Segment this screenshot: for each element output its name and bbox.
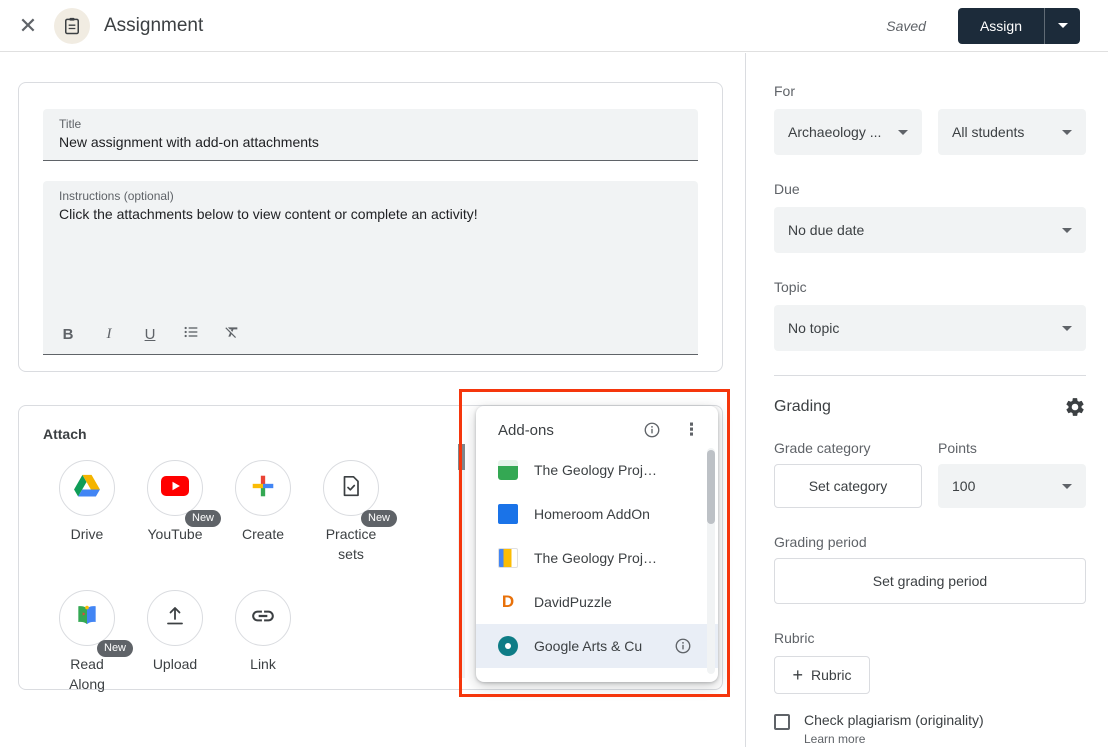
attach-link[interactable]: Link (219, 590, 307, 694)
chevron-down-icon (1062, 484, 1072, 489)
points-select[interactable]: 100 (938, 464, 1086, 508)
attach-read-along[interactable]: New Read Along (43, 590, 131, 694)
points-label: Points (938, 440, 1086, 456)
assign-split-button: Assign (958, 8, 1080, 44)
topic-select[interactable]: No topic (774, 305, 1086, 351)
grading-heading: Grading (774, 398, 831, 416)
instructions-label: Instructions (optional) (59, 189, 682, 203)
addons-title: Add-ons (498, 422, 643, 439)
bulleted-list-button[interactable] (182, 324, 200, 344)
instructions-field[interactable]: Instructions (optional) Click the attach… (43, 181, 698, 355)
new-badge: New (361, 510, 397, 527)
assignment-form-card: Title New assignment with add-on attachm… (18, 82, 723, 372)
clear-formatting-button[interactable] (223, 324, 241, 344)
grade-category-select[interactable]: Set category (774, 464, 922, 508)
geology-project-icon (498, 460, 518, 480)
practice-sets-icon (339, 473, 363, 504)
addon-item[interactable]: The Geology Proj… (476, 536, 718, 580)
chevron-down-icon (1062, 326, 1072, 331)
addons-header: Add-ons ⋮ (476, 406, 718, 448)
add-rubric-button[interactable]: + Rubric (774, 656, 870, 694)
youtube-icon (160, 475, 190, 502)
title-label: Title (59, 117, 682, 131)
close-icon[interactable]: ✕ (16, 13, 40, 39)
geology-notebook-icon (498, 548, 518, 568)
title-value[interactable]: New assignment with add-on attachments (59, 134, 682, 150)
scrollbar-thumb[interactable] (458, 444, 465, 470)
rubric-label: Rubric (774, 630, 1086, 646)
attach-upload[interactable]: Upload (131, 590, 219, 694)
set-grading-period-button[interactable]: Set grading period (774, 558, 1086, 604)
new-badge: New (97, 640, 133, 657)
davidpuzzle-icon: D (498, 592, 518, 612)
drive-icon (73, 473, 101, 504)
topic-label: Topic (774, 279, 1086, 295)
format-toolbar: B I U (59, 324, 241, 344)
homeroom-addon-icon (498, 504, 518, 524)
italic-button[interactable]: I (100, 326, 118, 343)
page-title: Assignment (104, 15, 203, 37)
chevron-down-icon (1062, 130, 1072, 135)
bold-button[interactable]: B (59, 326, 77, 343)
attach-create[interactable]: Create (219, 460, 307, 564)
attach-panel-scrollbar[interactable] (458, 444, 465, 678)
class-select[interactable]: Archaeology ... (774, 109, 922, 155)
assignment-icon (54, 8, 90, 44)
for-label: For (774, 83, 1086, 99)
attach-practice-sets[interactable]: New Practice sets (307, 460, 395, 564)
info-icon[interactable] (643, 421, 661, 439)
grading-period-label: Grading period (774, 534, 1086, 550)
underline-button[interactable]: U (141, 326, 159, 343)
saved-status: Saved (886, 18, 926, 34)
learn-more-link[interactable]: Learn more (804, 732, 984, 746)
addon-item[interactable]: The Geology Proj… (476, 448, 718, 492)
chevron-down-icon (1058, 23, 1068, 28)
attach-youtube[interactable]: New YouTube (131, 460, 219, 564)
title-field[interactable]: Title New assignment with add-on attachm… (43, 109, 698, 161)
due-label: Due (774, 181, 1086, 197)
addon-item[interactable]: Homeroom AddOn (476, 492, 718, 536)
students-select[interactable]: All students (938, 109, 1086, 155)
top-bar: ✕ Assignment Saved Assign (0, 0, 1108, 52)
scrollbar-thumb[interactable] (707, 450, 715, 524)
google-arts-culture-icon (498, 636, 518, 656)
settings-sidebar: For Archaeology ... All students Due No … (745, 53, 1108, 747)
plagiarism-label: Check plagiarism (originality) (804, 712, 984, 728)
assign-dropdown-button[interactable] (1044, 8, 1080, 44)
gear-icon[interactable] (1064, 396, 1086, 418)
upload-icon (163, 604, 187, 633)
due-date-select[interactable]: No due date (774, 207, 1086, 253)
addons-scrollbar[interactable] (707, 448, 715, 674)
addons-popup: Add-ons ⋮ The Geology Proj… Homeroom Add… (476, 406, 718, 682)
plagiarism-checkbox[interactable] (774, 714, 790, 730)
instructions-value[interactable]: Click the attachments below to view cont… (59, 206, 682, 222)
link-icon (250, 603, 276, 634)
plus-icon: + (793, 665, 804, 686)
read-along-icon (73, 603, 101, 634)
overflow-menu-icon[interactable]: ⋮ (677, 420, 706, 440)
info-icon[interactable] (674, 637, 692, 655)
new-badge: New (185, 510, 221, 527)
attach-drive[interactable]: Drive (43, 460, 131, 564)
divider (774, 375, 1086, 376)
chevron-down-icon (898, 130, 908, 135)
addon-item-selected[interactable]: Google Arts & Cu (476, 624, 718, 668)
grade-category-label: Grade category (774, 440, 922, 456)
create-plus-icon (250, 473, 276, 504)
chevron-down-icon (1062, 228, 1072, 233)
addon-item[interactable]: D DavidPuzzle (476, 580, 718, 624)
assign-button[interactable]: Assign (958, 8, 1044, 44)
